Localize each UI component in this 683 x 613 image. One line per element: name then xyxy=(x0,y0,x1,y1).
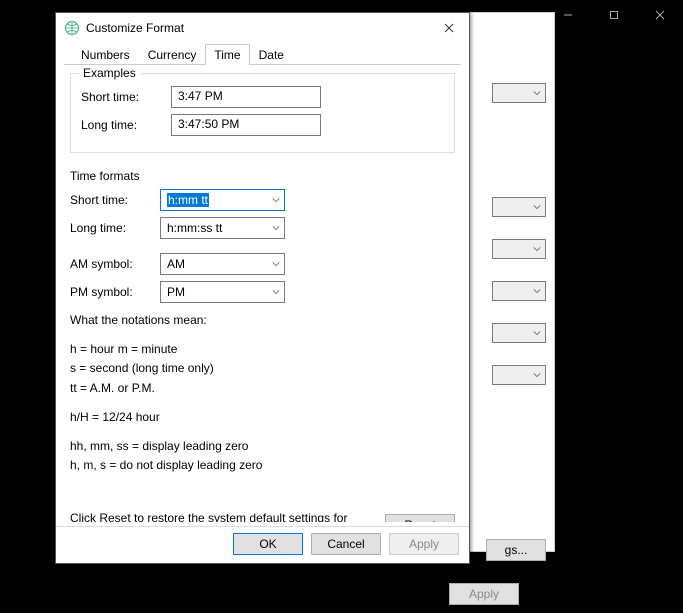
reset-row: Click Reset to restore the system defaul… xyxy=(70,505,455,522)
customize-format-dialog: Customize Format Numbers Currency Time D… xyxy=(55,12,470,564)
background-select-5[interactable] xyxy=(492,323,546,343)
background-select-1[interactable] xyxy=(492,83,546,103)
examples-title: Examples xyxy=(79,66,140,80)
time-formats-title: Time formats xyxy=(70,169,455,183)
long-time-format-select[interactable]: h:mm:ss tt xyxy=(160,217,285,239)
dialog-tabs: Numbers Currency Time Date xyxy=(64,43,461,65)
background-select-3[interactable] xyxy=(492,239,546,259)
close-button[interactable] xyxy=(637,0,683,30)
globe-icon xyxy=(64,20,80,36)
background-select-4[interactable] xyxy=(492,281,546,301)
explain-line: tt = A.M. or P.M. xyxy=(70,381,155,395)
chevron-down-icon xyxy=(272,285,280,299)
tab-numbers[interactable]: Numbers xyxy=(72,44,139,65)
dialog-close-button[interactable] xyxy=(429,14,469,42)
tab-time[interactable]: Time xyxy=(205,44,249,65)
pm-symbol-label: PM symbol: xyxy=(70,285,160,299)
long-time-format-value: h:mm:ss tt xyxy=(167,221,222,235)
dialog-titlebar: Customize Format xyxy=(56,13,469,43)
short-time-example-label: Short time: xyxy=(81,90,171,104)
tab-currency[interactable]: Currency xyxy=(139,44,206,65)
tab-pane-time: Examples Short time: 3:47 PM Long time: … xyxy=(56,65,469,522)
apply-button[interactable]: Apply xyxy=(389,533,459,555)
explain-heading: What the notations mean: xyxy=(70,311,455,330)
background-settings-button[interactable]: gs... xyxy=(486,539,546,561)
dialog-title: Customize Format xyxy=(86,21,429,35)
short-time-format-value: h:mm tt xyxy=(167,193,209,207)
explain-line: hh, mm, ss = display leading zero xyxy=(70,439,248,453)
short-time-format-label: Short time: xyxy=(70,193,160,207)
long-time-format-label: Long time: xyxy=(70,221,160,235)
explain-line: s = second (long time only) xyxy=(70,361,214,375)
dialog-button-row: OK Cancel Apply xyxy=(56,526,469,563)
cancel-button[interactable]: Cancel xyxy=(311,533,381,555)
examples-group: Examples Short time: 3:47 PM Long time: … xyxy=(70,73,455,153)
chevron-down-icon xyxy=(272,257,280,271)
am-symbol-value: AM xyxy=(167,257,185,271)
long-time-example-label: Long time: xyxy=(81,118,171,132)
ok-button[interactable]: OK xyxy=(233,533,303,555)
maximize-button[interactable] xyxy=(591,0,637,30)
notation-explanation: What the notations mean: h = hour m = mi… xyxy=(70,309,455,475)
long-time-example-value: 3:47:50 PM xyxy=(171,114,321,136)
time-formats-group: Time formats Short time: h:mm tt Long ti… xyxy=(70,163,455,495)
am-symbol-select[interactable]: AM xyxy=(160,253,285,275)
am-symbol-label: AM symbol: xyxy=(70,257,160,271)
short-time-example-value: 3:47 PM xyxy=(171,86,321,108)
explain-line: h/H = 12/24 hour xyxy=(70,408,455,427)
background-select-6[interactable] xyxy=(492,365,546,385)
pm-symbol-value: PM xyxy=(167,285,185,299)
short-time-format-select[interactable]: h:mm tt xyxy=(160,189,285,211)
explain-line: h, m, s = do not display leading zero xyxy=(70,458,262,472)
reset-text: Click Reset to restore the system defaul… xyxy=(70,511,373,522)
parent-titlebar xyxy=(545,0,683,30)
chevron-down-icon xyxy=(272,193,280,207)
explain-line: h = hour m = minute xyxy=(70,342,177,356)
tab-date[interactable]: Date xyxy=(250,44,293,65)
pm-symbol-select[interactable]: PM xyxy=(160,281,285,303)
reset-button[interactable]: Reset xyxy=(385,514,455,522)
background-apply-button[interactable]: Apply xyxy=(449,583,519,605)
background-select-2[interactable] xyxy=(492,197,546,217)
chevron-down-icon xyxy=(272,221,280,235)
